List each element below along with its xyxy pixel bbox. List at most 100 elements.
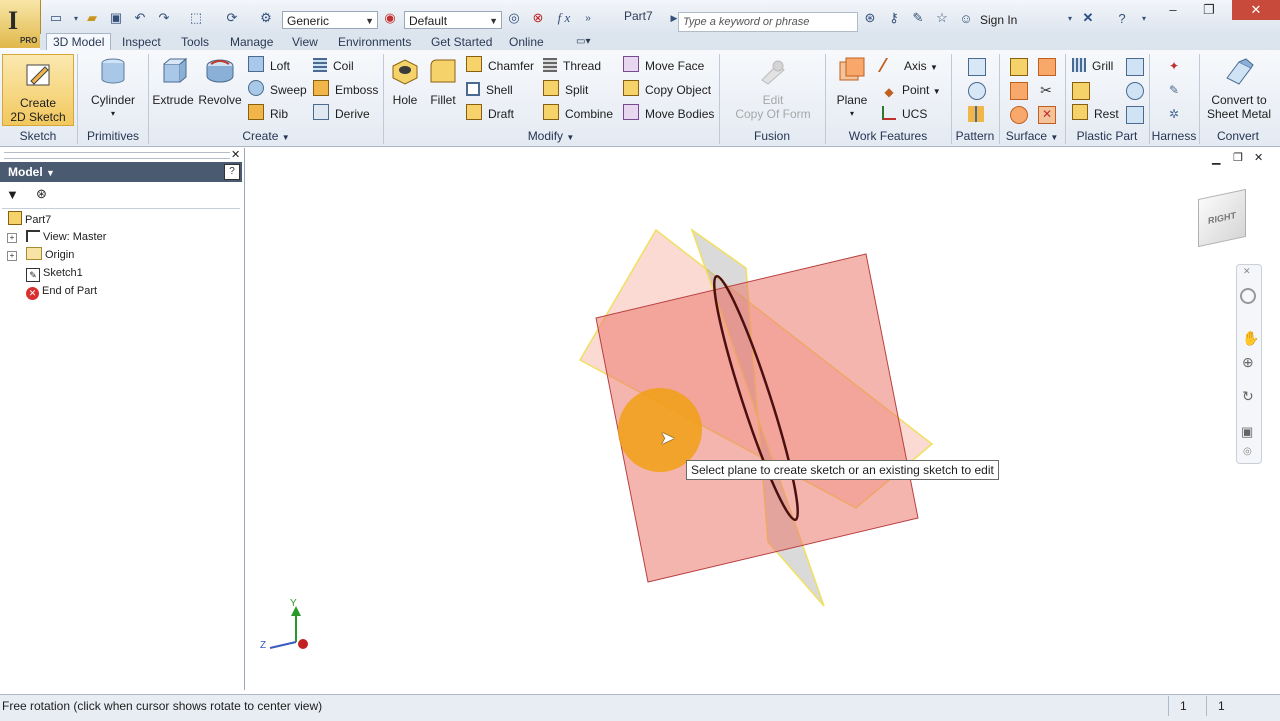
select-filter-icon[interactable]: ⬚ <box>188 10 204 26</box>
cylinder-button[interactable]: Cylinder ▾ <box>84 56 142 121</box>
navbar-options-icon[interactable]: ◎ <box>1243 446 1252 457</box>
loft-button[interactable]: Loft <box>248 56 290 76</box>
circular-pattern-icon[interactable] <box>968 82 986 100</box>
help-icon[interactable]: ? <box>224 164 240 180</box>
appearance-dropdown[interactable]: Default ▼ <box>404 11 502 29</box>
mirror-icon[interactable] <box>968 106 984 122</box>
undo-icon[interactable]: ↶ <box>132 10 148 26</box>
zoom-icon[interactable]: ⊕ <box>1242 354 1254 371</box>
tree-item-part[interactable]: Part7 <box>8 211 51 227</box>
sweep-button[interactable]: Sweep <box>248 80 307 100</box>
rib-button[interactable]: Rib <box>248 104 288 124</box>
settings-wheel-icon[interactable]: ⚙ <box>258 10 274 26</box>
redo-icon[interactable]: ↷ <box>156 10 172 26</box>
trim-icon[interactable]: ✂ <box>1038 82 1054 98</box>
derive-button[interactable]: Derive <box>313 104 370 124</box>
sign-in-dropdown-icon[interactable]: ▾ <box>1062 10 1078 26</box>
search-input[interactable]: Type a keyword or phrase <box>678 12 858 32</box>
delete-face-icon[interactable]: ✕ <box>1038 106 1056 124</box>
lip-icon[interactable] <box>1126 106 1144 124</box>
application-menu-button[interactable]: I PRO <box>0 0 41 48</box>
shell-button[interactable]: Shell <box>466 80 513 100</box>
more-tools-icon[interactable]: » <box>580 10 596 26</box>
tab-inspect[interactable]: Inspect <box>122 34 161 50</box>
split-button[interactable]: Split <box>543 80 588 100</box>
new-dropdown-icon[interactable]: ▾ <box>68 10 84 26</box>
pan-icon[interactable]: ✋ <box>1242 330 1259 347</box>
move-bodies-button[interactable]: Move Bodies <box>623 104 714 124</box>
thread-button[interactable]: Thread <box>543 56 601 76</box>
restore-window-button[interactable]: ❐ <box>1194 0 1224 20</box>
favorites-star-icon[interactable]: ☆ <box>934 10 950 26</box>
clear-appearance-icon[interactable]: ◎ <box>506 10 522 26</box>
harness-wire-icon[interactable]: ✎ <box>1166 82 1182 98</box>
help-dropdown-icon[interactable]: ▾ <box>1136 10 1152 26</box>
tree-item-end-of-part[interactable]: ✕ End of Part <box>26 283 97 300</box>
edit-copy-of-form-button[interactable]: Edit Copy Of Form <box>730 56 816 121</box>
tab-manage[interactable]: Manage <box>230 34 273 50</box>
group-modify-label[interactable]: Modify ▼ <box>384 128 718 144</box>
material-dropdown[interactable]: Generic ▼ <box>282 11 378 29</box>
filter-icon[interactable]: ▼ <box>6 187 19 202</box>
open-folder-icon[interactable]: ▰ <box>84 10 100 26</box>
adjust-appearance-icon[interactable]: ⊗ <box>530 10 546 26</box>
navbar-close-icon[interactable]: ✕ <box>1243 266 1251 277</box>
tab-online[interactable]: Online <box>509 34 544 50</box>
tab-environments[interactable]: Environments <box>338 34 411 50</box>
hole-button[interactable]: Hole <box>386 56 424 107</box>
view-cube[interactable]: RIGHT <box>1198 188 1246 248</box>
tree-item-sketch[interactable]: ✎ Sketch1 <box>26 265 83 282</box>
stitch-icon[interactable] <box>1038 58 1056 76</box>
copy-object-button[interactable]: Copy Object <box>623 80 711 100</box>
fillet-button[interactable]: Fillet <box>426 56 460 107</box>
group-create-label[interactable]: Create ▼ <box>150 128 382 144</box>
sculpt-icon[interactable] <box>1010 82 1028 100</box>
thicken-icon[interactable] <box>1010 58 1028 76</box>
tools-icon[interactable]: ✎ <box>910 10 926 26</box>
expand-icon[interactable]: + <box>7 233 17 243</box>
binoculars-icon[interactable]: ⊛ <box>862 10 878 26</box>
tab-tools[interactable]: Tools <box>181 34 209 50</box>
close-panel-icon[interactable]: ✕ <box>231 148 240 161</box>
expand-icon[interactable]: + <box>7 251 17 261</box>
boss-icon[interactable] <box>1072 82 1090 100</box>
emboss-button[interactable]: Emboss <box>313 80 378 100</box>
save-icon[interactable]: ▣ <box>108 10 124 26</box>
tree-item-origin[interactable]: Origin <box>26 247 74 263</box>
tab-3d-model[interactable]: 3D Model <box>46 33 112 51</box>
ribbon-minimize-icon[interactable]: ▭▾ <box>576 34 590 50</box>
look-at-icon[interactable]: ▣ <box>1241 424 1253 440</box>
orbit-icon[interactable]: ↻ <box>1242 388 1254 405</box>
update-icon[interactable]: ⟳ <box>224 10 240 26</box>
exchange-icon[interactable]: ✕ <box>1080 10 1096 26</box>
rest-button[interactable]: Rest <box>1072 104 1119 124</box>
axis-button[interactable]: Axis ▼ <box>877 56 938 76</box>
patch-icon[interactable] <box>1010 106 1028 124</box>
coil-button[interactable]: Coil <box>313 56 354 76</box>
close-window-button[interactable]: ✕ <box>1232 0 1280 20</box>
create-2d-sketch-button[interactable]: Create 2D Sketch <box>2 54 74 126</box>
harness-connector-icon[interactable]: ✲ <box>1166 106 1182 122</box>
point-button[interactable]: ◆ Point ▼ <box>882 80 940 100</box>
minimize-window-button[interactable]: – <box>1158 0 1188 20</box>
ucs-button[interactable]: UCS <box>882 104 927 124</box>
parameters-fx-icon[interactable]: f x <box>554 10 574 26</box>
new-file-icon[interactable]: ▭ <box>48 10 64 26</box>
origin-planes[interactable] <box>246 148 1280 690</box>
group-surface-label[interactable]: Surface ▼ <box>1000 128 1064 144</box>
help-icon[interactable]: ? <box>1114 10 1130 26</box>
harness-create-icon[interactable]: ✦ <box>1166 58 1182 74</box>
steering-wheel-icon[interactable] <box>1240 288 1256 304</box>
snap-fit-icon[interactable] <box>1126 58 1144 76</box>
rule-fillet-icon[interactable] <box>1126 82 1144 100</box>
combine-button[interactable]: Combine <box>543 104 613 124</box>
draft-button[interactable]: Draft <box>466 104 514 124</box>
key-icon[interactable]: ⚷ <box>886 10 902 26</box>
panel-grip[interactable] <box>4 152 230 159</box>
plane-button[interactable]: Plane ▾ <box>832 56 872 121</box>
move-face-button[interactable]: Move Face <box>623 56 704 76</box>
extrude-button[interactable]: Extrude <box>152 56 194 107</box>
chamfer-button[interactable]: Chamfer <box>466 56 534 76</box>
find-binoculars-icon[interactable]: ⊛ <box>36 186 47 202</box>
convert-to-sheet-metal-button[interactable]: Convert to Sheet Metal <box>1202 56 1276 121</box>
